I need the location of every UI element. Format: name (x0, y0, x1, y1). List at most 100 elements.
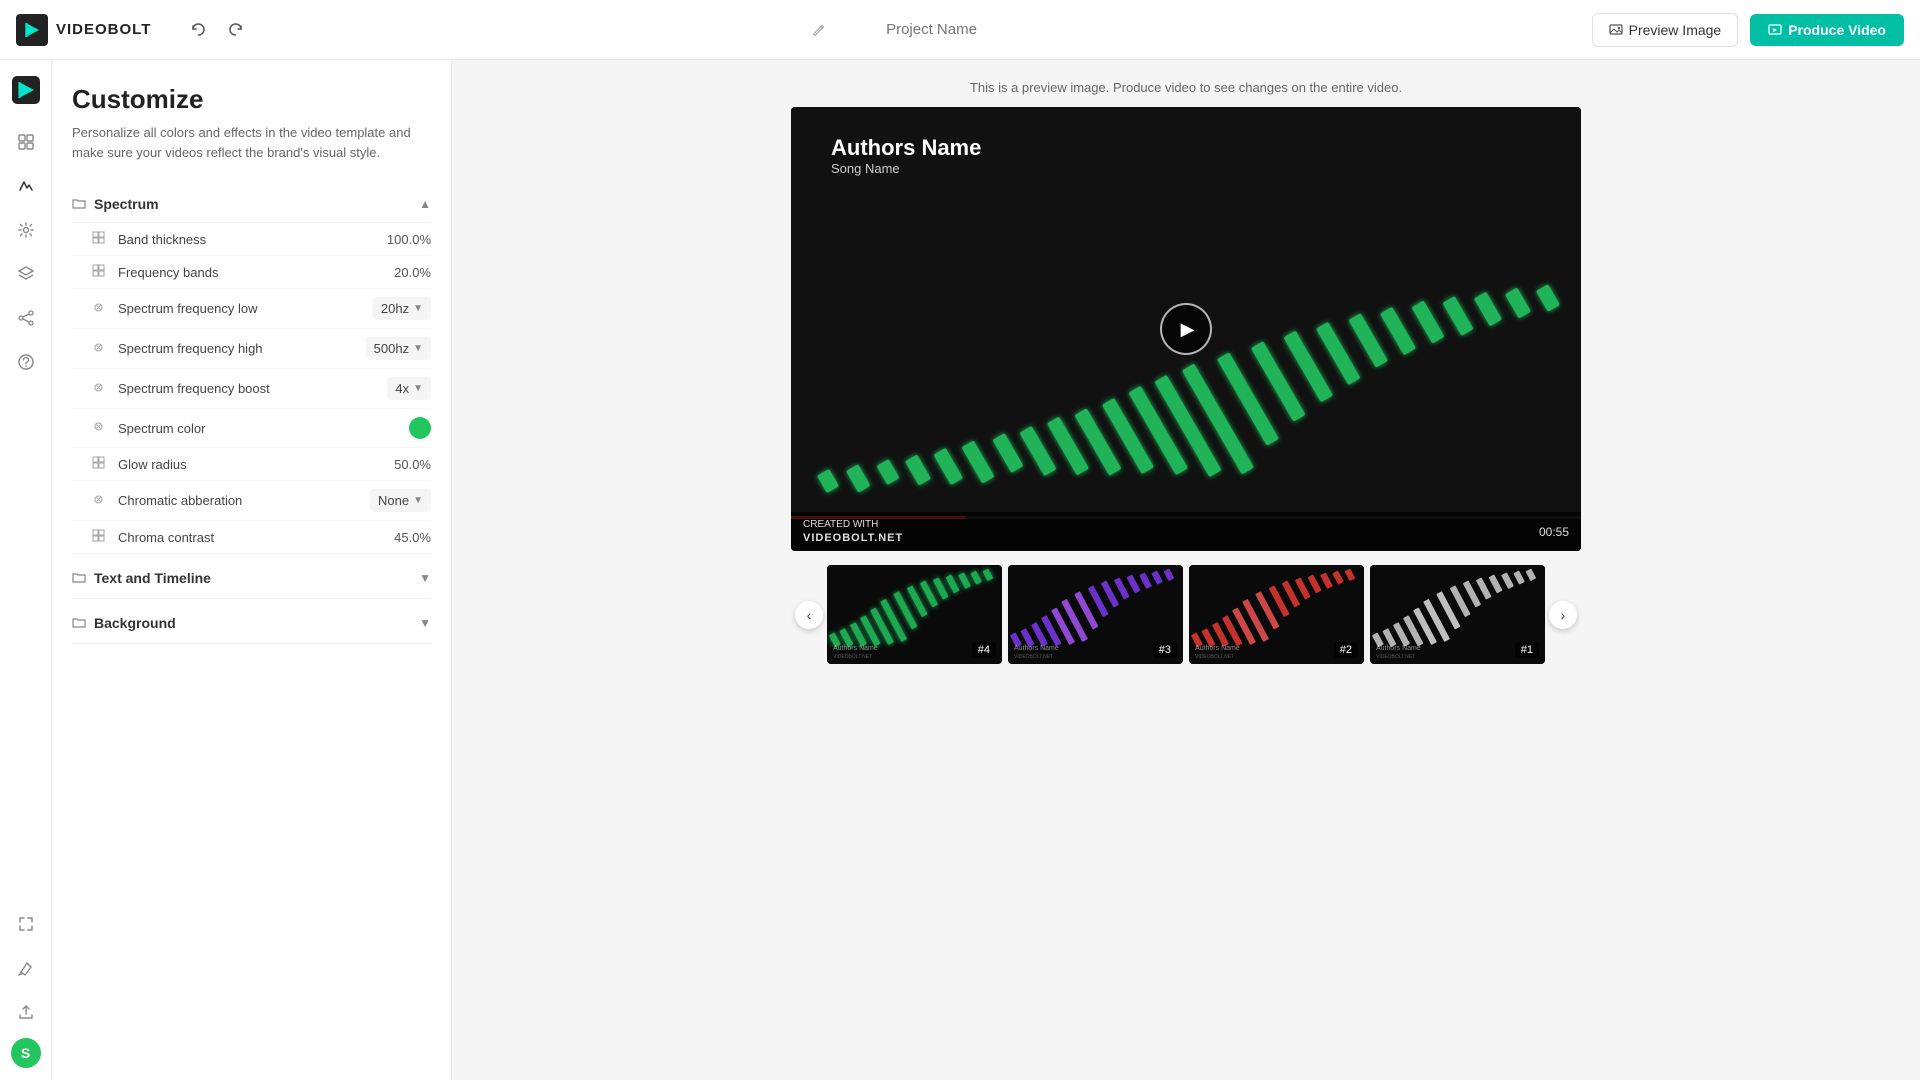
logo: VIDEOBOLT (16, 14, 151, 46)
branding-line2: VIDEOBOLT.NET (803, 531, 903, 545)
background-section: Background ▼ (72, 603, 431, 644)
chromatic-label: Chromatic abberation (118, 493, 370, 508)
spectrum-section-header[interactable]: Spectrum ▲ (72, 186, 431, 223)
freq-boost-icon (92, 381, 108, 397)
folder-icon (72, 197, 86, 211)
chromatic-dropdown[interactable]: None ▼ (370, 489, 431, 512)
edit-project-icon (812, 23, 826, 37)
thumbnail-4[interactable]: Authors Name VIDEOBOLT.NET #4 (827, 565, 1002, 663)
spectrum-color-icon (92, 420, 108, 436)
freq-low-chevron: ▼ (413, 303, 423, 314)
preview-icon (1609, 23, 1623, 37)
chromatic-value: None (378, 493, 409, 508)
produce-video-button[interactable]: Produce Video (1750, 14, 1904, 46)
prop-chromatic-abberation: Chromatic abberation None ▼ (72, 481, 431, 521)
glow-radius-value: 50.0% (394, 457, 431, 472)
thumbnails-next[interactable]: › (1549, 601, 1577, 629)
spectrum-color-label: Spectrum color (118, 421, 409, 436)
text-timeline-section: Text and Timeline ▼ (72, 558, 431, 599)
produce-button-label: Produce Video (1788, 22, 1886, 38)
prop-spectrum-color: Spectrum color (72, 409, 431, 448)
play-button[interactable] (1160, 303, 1212, 355)
icon-bar-logo (8, 72, 44, 108)
content-area: This is a preview image. Produce video t… (452, 60, 1920, 1080)
sidebar-item-share[interactable] (8, 300, 44, 336)
video-container: Authors Name Song Name (791, 107, 1581, 551)
history-actions (183, 15, 251, 45)
spectrum-color-picker[interactable] (409, 417, 431, 439)
sidebar-title: Customize (72, 84, 431, 115)
sidebar-item-templates[interactable] (8, 124, 44, 160)
sidebar-item-edit[interactable] (8, 950, 44, 986)
freq-low-label: Spectrum frequency low (118, 301, 373, 316)
logo-icon (16, 14, 48, 46)
spectrum-properties: Band thickness 100.0% Frequency bands 20… (72, 223, 431, 554)
redo-button[interactable] (221, 15, 251, 45)
thumb1-branding: Authors Name VIDEOBOLT.NET (1376, 645, 1421, 659)
spectrum-section: Spectrum ▲ Band thickness 100.0% (72, 186, 431, 554)
band-thickness-label: Band thickness (118, 232, 387, 247)
background-chevron: ▼ (419, 616, 431, 630)
spectrum-header-left: Spectrum (72, 196, 159, 212)
background-header[interactable]: Background ▼ (72, 603, 431, 644)
thumbnail-3[interactable]: Authors Name VIDEOBOLT.NET #3 (1008, 565, 1183, 663)
sidebar-description: Personalize all colors and effects in th… (72, 123, 431, 162)
sidebar-item-export[interactable] (8, 994, 44, 1030)
thumbnail-1[interactable]: Authors Name VIDEOBOLT.NET #1 (1370, 565, 1545, 663)
thumb3-badge: #3 (1153, 642, 1177, 658)
preview-button-label: Preview Image (1629, 22, 1722, 38)
video-song: Song Name (831, 161, 981, 176)
thumb2-badge: #2 (1334, 642, 1358, 658)
freq-boost-label: Spectrum frequency boost (118, 381, 387, 396)
sidebar-item-customize[interactable] (8, 168, 44, 204)
icon-bar-bottom: S (8, 906, 44, 1068)
background-folder-icon (72, 616, 86, 630)
freq-boost-dropdown[interactable]: 4x ▼ (387, 377, 431, 400)
preview-image-button[interactable]: Preview Image (1592, 13, 1739, 47)
video-footer: CREATED WITH VIDEOBOLT.NET 00:55 (791, 512, 1581, 551)
project-name-input[interactable] (832, 21, 1031, 38)
thumbnail-2[interactable]: Authors Name VIDEOBOLT.NET #2 (1189, 565, 1364, 663)
main-layout: S Customize Personalize all colors and e… (0, 60, 1920, 1080)
videobolt-logo-small (12, 76, 40, 104)
text-timeline-chevron: ▼ (419, 571, 431, 585)
text-timeline-header[interactable]: Text and Timeline ▼ (72, 558, 431, 599)
band-thickness-value: 100.0% (387, 232, 431, 247)
sidebar-item-help[interactable] (8, 344, 44, 380)
thumbnails-row: Authors Name VIDEOBOLT.NET #4 (827, 557, 1545, 671)
frequency-bands-value: 20.0% (394, 265, 431, 280)
band-thickness-icon (92, 231, 108, 247)
spectrum-chevron: ▲ (419, 197, 431, 211)
frequency-bands-label: Frequency bands (118, 265, 394, 280)
main-preview-wrapper: This is a preview image. Produce video t… (452, 60, 1920, 1080)
freq-low-dropdown[interactable]: 20hz ▼ (373, 297, 431, 320)
timecode-total: 00:55 (1539, 525, 1569, 539)
text-timeline-folder-icon (72, 571, 86, 585)
user-avatar[interactable]: S (11, 1038, 41, 1068)
sidebar-item-expand[interactable] (8, 906, 44, 942)
text-timeline-header-left: Text and Timeline (72, 570, 211, 586)
sidebar-item-settings[interactable] (8, 212, 44, 248)
thumb3-branding: Authors Name VIDEOBOLT.NET (1014, 645, 1059, 659)
freq-boost-value: 4x (395, 381, 409, 396)
text-timeline-title: Text and Timeline (94, 570, 211, 586)
thumbnails-prev[interactable]: ‹ (795, 601, 823, 629)
prop-band-thickness: Band thickness 100.0% (72, 223, 431, 256)
sidebar-item-layers[interactable] (8, 256, 44, 292)
branding-line1: CREATED WITH (803, 518, 903, 531)
prop-chroma-contrast: Chroma contrast 45.0% (72, 521, 431, 554)
freq-high-dropdown[interactable]: 500hz ▼ (366, 337, 431, 360)
sidebar-panel: Customize Personalize all colors and eff… (52, 60, 452, 1080)
undo-button[interactable] (183, 15, 213, 45)
thumb4-badge: #4 (972, 642, 996, 658)
chromatic-icon (92, 493, 108, 509)
thumb2-branding: Authors Name VIDEOBOLT.NET (1195, 645, 1240, 659)
video-overlay-text: Authors Name Song Name (831, 135, 981, 176)
video-author: Authors Name (831, 135, 981, 161)
freq-boost-chevron: ▼ (413, 383, 423, 394)
thumb4-branding: Authors Name VIDEOBOLT.NET (833, 645, 878, 659)
freq-high-chevron: ▼ (413, 343, 423, 354)
chroma-contrast-icon (92, 529, 108, 545)
freq-low-value: 20hz (381, 301, 409, 316)
glow-radius-icon (92, 456, 108, 472)
